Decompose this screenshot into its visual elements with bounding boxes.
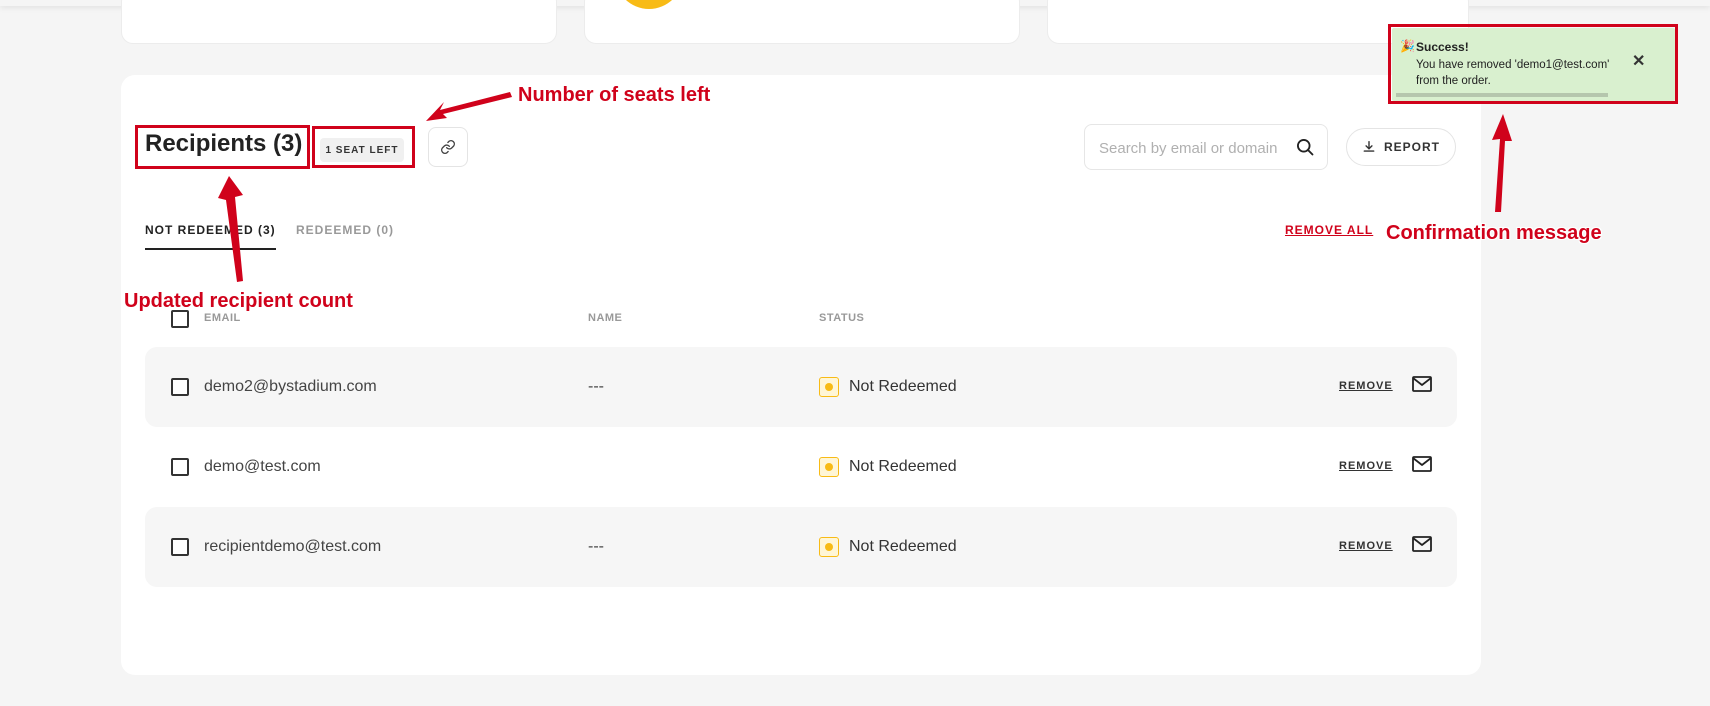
column-header-email: EMAIL [204, 312, 241, 324]
recipient-email: recipientdemo@test.com [204, 538, 382, 555]
mail-icon[interactable] [1412, 536, 1432, 552]
highlight-box-seats [312, 126, 415, 168]
table-row: demo2@bystadium.com --- Not Redeemed REM… [145, 347, 1457, 427]
remove-button[interactable]: REMOVE [1339, 460, 1393, 472]
arrow-confirmation [1492, 114, 1512, 212]
link-icon [441, 140, 455, 154]
column-header-status: STATUS [819, 312, 865, 324]
table-row: recipientdemo@test.com --- Not Redeemed … [145, 507, 1457, 587]
search-field [1084, 124, 1328, 171]
coin-icon [615, 0, 683, 9]
annotation-seats-left: Number of seats left [518, 84, 711, 106]
status-pending-icon [819, 457, 839, 477]
row-checkbox[interactable] [171, 458, 189, 476]
tab-not-redeemed[interactable]: NOT REDEEMED (3) [145, 223, 276, 250]
remove-button[interactable]: REMOVE [1339, 380, 1393, 392]
recipient-email: demo2@bystadium.com [204, 378, 377, 395]
remove-all-link[interactable]: REMOVE ALL [1285, 223, 1373, 237]
highlight-box-toast [1388, 24, 1678, 104]
stat-card [584, 0, 1020, 44]
report-button[interactable]: REPORT [1346, 128, 1456, 166]
mail-icon[interactable] [1412, 456, 1432, 472]
recipient-status: Not Redeemed [849, 538, 957, 555]
search-icon[interactable] [1295, 137, 1315, 157]
table-row: demo@test.com Not Redeemed REMOVE [145, 427, 1457, 507]
annotation-confirmation: Confirmation message [1386, 222, 1602, 244]
stat-card [121, 0, 557, 44]
download-icon [1363, 141, 1375, 152]
recipient-status: Not Redeemed [849, 458, 957, 475]
copy-link-button[interactable] [428, 127, 468, 167]
report-label: REPORT [1383, 140, 1440, 154]
recipient-name: --- [588, 538, 604, 555]
column-header-name: NAME [588, 312, 623, 324]
mail-icon[interactable] [1412, 376, 1432, 392]
status-pending-icon [819, 537, 839, 557]
row-checkbox[interactable] [171, 538, 189, 556]
recipient-name: --- [588, 378, 604, 395]
highlight-box-title [135, 125, 310, 169]
recipient-email: demo@test.com [204, 458, 321, 475]
row-checkbox[interactable] [171, 378, 189, 396]
search-input[interactable] [1097, 125, 1291, 171]
remove-button[interactable]: REMOVE [1339, 540, 1393, 552]
tab-redeemed[interactable]: REDEEMED (0) [296, 223, 394, 237]
annotation-recipient-count: Updated recipient count [124, 290, 353, 312]
status-pending-icon [819, 377, 839, 397]
recipient-status: Not Redeemed [849, 378, 957, 395]
